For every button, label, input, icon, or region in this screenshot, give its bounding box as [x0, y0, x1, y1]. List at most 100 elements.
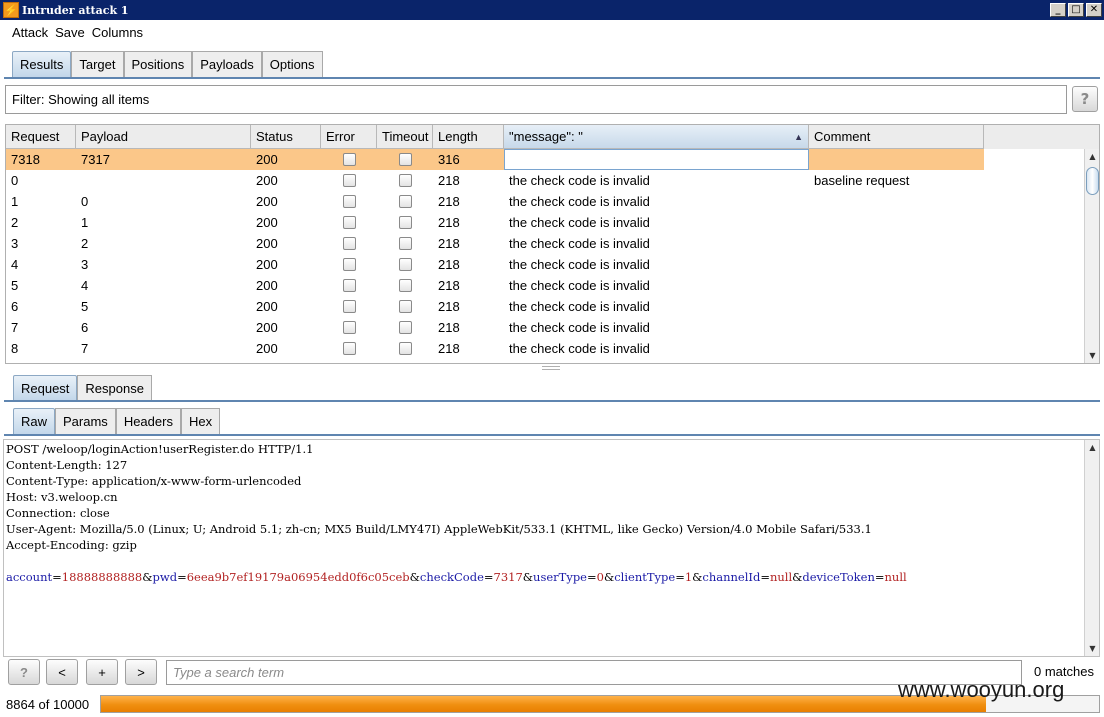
cell-message[interactable]: [504, 149, 809, 170]
error-checkbox[interactable]: [342, 321, 356, 334]
error-checkbox[interactable]: [342, 237, 356, 250]
timeout-checkbox[interactable]: [398, 321, 412, 334]
error-checkbox[interactable]: [342, 153, 356, 166]
next-match-button[interactable]: >: [125, 659, 157, 685]
column-comment[interactable]: Comment: [809, 125, 984, 149]
tab-results[interactable]: Results: [12, 51, 72, 77]
cell-message: the check code is invalid: [509, 257, 650, 272]
cell-error: [321, 149, 377, 170]
error-checkbox[interactable]: [342, 342, 356, 355]
cell-comment: [809, 191, 984, 212]
param-value: 18888888888: [61, 570, 143, 584]
param-value: 6eea9b7ef19179a06954edd0f6c05ceb: [186, 570, 410, 584]
table-row[interactable]: 0 200 218 the check code is invalid base…: [6, 170, 1099, 191]
minimize-button[interactable]: _: [1050, 3, 1066, 17]
error-checkbox[interactable]: [342, 300, 356, 313]
cell-status: 200: [256, 320, 278, 335]
scroll-up-icon[interactable]: ▲: [1085, 149, 1099, 164]
scroll-thumb[interactable]: [1086, 167, 1099, 195]
timeout-checkbox[interactable]: [398, 153, 412, 166]
table-scrollbar[interactable]: ▲ ▼: [1084, 149, 1099, 363]
cell-length: 218: [438, 194, 460, 209]
timeout-checkbox[interactable]: [398, 216, 412, 229]
cell-status: 200: [256, 236, 278, 251]
detail-tabs: Request Response: [13, 375, 152, 400]
cell-timeout: [377, 170, 433, 191]
scroll-down-icon[interactable]: ▼: [1085, 348, 1099, 363]
menu-columns[interactable]: Columns: [92, 25, 143, 40]
cell-request: 1: [11, 194, 19, 209]
timeout-checkbox[interactable]: [398, 279, 412, 292]
cell-request: 0: [11, 173, 19, 188]
scroll-up-icon[interactable]: ▲: [1085, 440, 1099, 455]
error-checkbox[interactable]: [342, 258, 356, 271]
tab-options[interactable]: Options: [261, 51, 323, 77]
cell-length: 218: [438, 173, 460, 188]
cell-length: 218: [438, 341, 460, 356]
tab-target[interactable]: Target: [71, 51, 124, 77]
timeout-checkbox[interactable]: [398, 342, 412, 355]
error-checkbox[interactable]: [342, 216, 356, 229]
timeout-checkbox[interactable]: [398, 258, 412, 271]
table-row[interactable]: 3 2 200 218 the check code is invalid: [6, 233, 1099, 254]
search-input[interactable]: [166, 660, 1022, 685]
tab-request[interactable]: Request: [13, 375, 78, 400]
tab-params[interactable]: Params: [55, 408, 116, 434]
table-row[interactable]: 6 5 200 218 the check code is invalid: [6, 296, 1099, 317]
add-search-button[interactable]: +: [86, 659, 118, 685]
splitter-handle[interactable]: [542, 366, 560, 370]
column-timeout[interactable]: Timeout: [377, 125, 433, 149]
timeout-checkbox[interactable]: [398, 237, 412, 250]
column-error[interactable]: Error: [321, 125, 377, 149]
cell-length: 218: [438, 257, 460, 272]
menu-bar: Attack Save Columns: [0, 20, 1104, 44]
column-request[interactable]: Request: [6, 125, 76, 149]
cell-comment: [809, 338, 984, 359]
table-row[interactable]: 7 6 200 218 the check code is invalid: [6, 317, 1099, 338]
cell-request: 5: [11, 278, 19, 293]
search-help-button[interactable]: ?: [8, 659, 40, 685]
column-message[interactable]: "message": " ▲: [504, 125, 809, 149]
error-checkbox[interactable]: [342, 174, 356, 187]
cell-comment: [809, 317, 984, 338]
tab-hex[interactable]: Hex: [180, 408, 221, 434]
timeout-checkbox[interactable]: [398, 195, 412, 208]
filter-help-button[interactable]: ?: [1072, 86, 1098, 112]
table-row[interactable]: 4 3 200 218 the check code is invalid: [6, 254, 1099, 275]
filter-bar[interactable]: Filter: Showing all items: [5, 85, 1067, 114]
param-value: 0: [596, 570, 604, 584]
column-status[interactable]: Status: [251, 125, 321, 149]
column-length[interactable]: Length: [433, 125, 504, 149]
cell-message: the check code is invalid: [509, 341, 650, 356]
error-checkbox[interactable]: [342, 195, 356, 208]
table-row[interactable]: 7318 7317 200 316: [6, 149, 984, 170]
table-row[interactable]: 2 1 200 218 the check code is invalid: [6, 212, 1099, 233]
tab-positions[interactable]: Positions: [123, 51, 193, 77]
raw-request-editor[interactable]: POST /weloop/loginAction!userRegister.do…: [3, 439, 1100, 657]
previous-match-button[interactable]: <: [46, 659, 78, 685]
editor-scrollbar[interactable]: ▲ ▼: [1084, 440, 1099, 656]
param-name: userType: [533, 570, 587, 584]
error-checkbox[interactable]: [342, 279, 356, 292]
cell-request: 7: [11, 320, 19, 335]
tab-raw[interactable]: Raw: [13, 408, 56, 434]
close-button[interactable]: ✕: [1086, 3, 1102, 17]
scroll-down-icon[interactable]: ▼: [1085, 641, 1099, 656]
cell-message: the check code is invalid: [509, 236, 650, 251]
menu-attack[interactable]: Attack: [12, 25, 48, 40]
table-row[interactable]: 8 7 200 218 the check code is invalid: [6, 338, 1099, 359]
cell-length: 316: [438, 152, 460, 167]
tab-payloads[interactable]: Payloads: [192, 51, 262, 77]
column-payload[interactable]: Payload: [76, 125, 251, 149]
table-row[interactable]: 5 4 200 218 the check code is invalid: [6, 275, 1099, 296]
menu-save[interactable]: Save: [55, 25, 85, 40]
timeout-checkbox[interactable]: [398, 174, 412, 187]
cell-payload: 7317: [81, 152, 110, 167]
timeout-checkbox[interactable]: [398, 300, 412, 313]
param-value: null: [884, 570, 907, 584]
request-body: account=18888888888&pwd=6eea9b7ef19179a0…: [6, 570, 907, 584]
tab-headers[interactable]: Headers: [115, 408, 181, 434]
maximize-button[interactable]: □: [1068, 3, 1084, 17]
table-row[interactable]: 1 0 200 218 the check code is invalid: [6, 191, 1099, 212]
tab-response[interactable]: Response: [77, 375, 152, 400]
